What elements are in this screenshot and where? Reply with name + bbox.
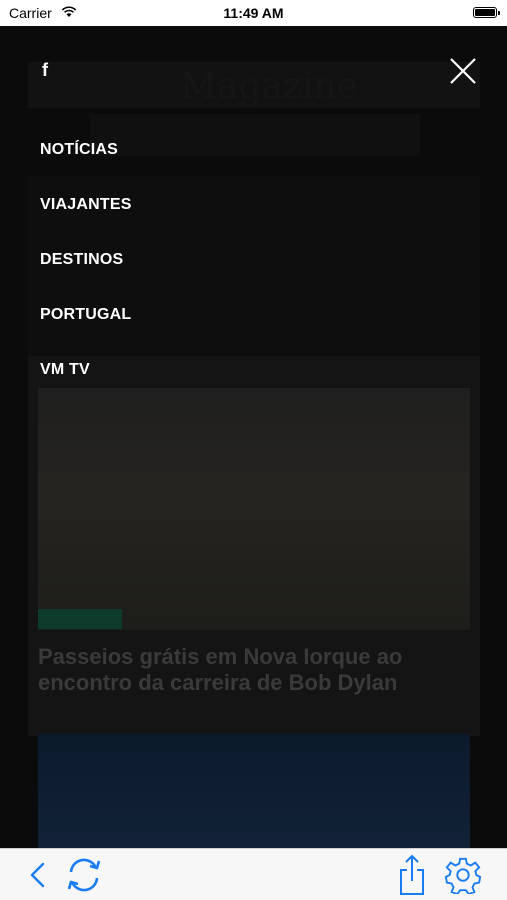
chevron-left-icon[interactable]	[28, 861, 48, 889]
nav-menu: NOTÍCIAS VIAJANTES DESTINOS PORTUGAL VM …	[40, 141, 132, 416]
menu-overlay: f NOTÍCIAS VIAJANTES DESTINOS PORTUGAL V…	[0, 26, 507, 848]
facebook-icon[interactable]: f	[42, 60, 48, 81]
status-bar: Carrier 11:49 AM	[0, 0, 507, 26]
clock: 11:49 AM	[223, 5, 284, 21]
close-icon[interactable]	[448, 56, 478, 86]
menu-item-destinos[interactable]: DESTINOS	[40, 251, 132, 306]
battery-icon	[473, 7, 500, 18]
bottom-toolbar	[0, 848, 507, 900]
refresh-icon[interactable]	[63, 855, 105, 895]
share-icon[interactable]	[398, 854, 426, 896]
menu-item-viajantes[interactable]: VIAJANTES	[40, 196, 132, 251]
menu-item-portugal[interactable]: PORTUGAL	[40, 306, 132, 361]
menu-item-vm-tv[interactable]: VM TV	[40, 361, 132, 416]
gear-icon[interactable]	[443, 856, 483, 894]
menu-item-noticias[interactable]: NOTÍCIAS	[40, 141, 132, 196]
